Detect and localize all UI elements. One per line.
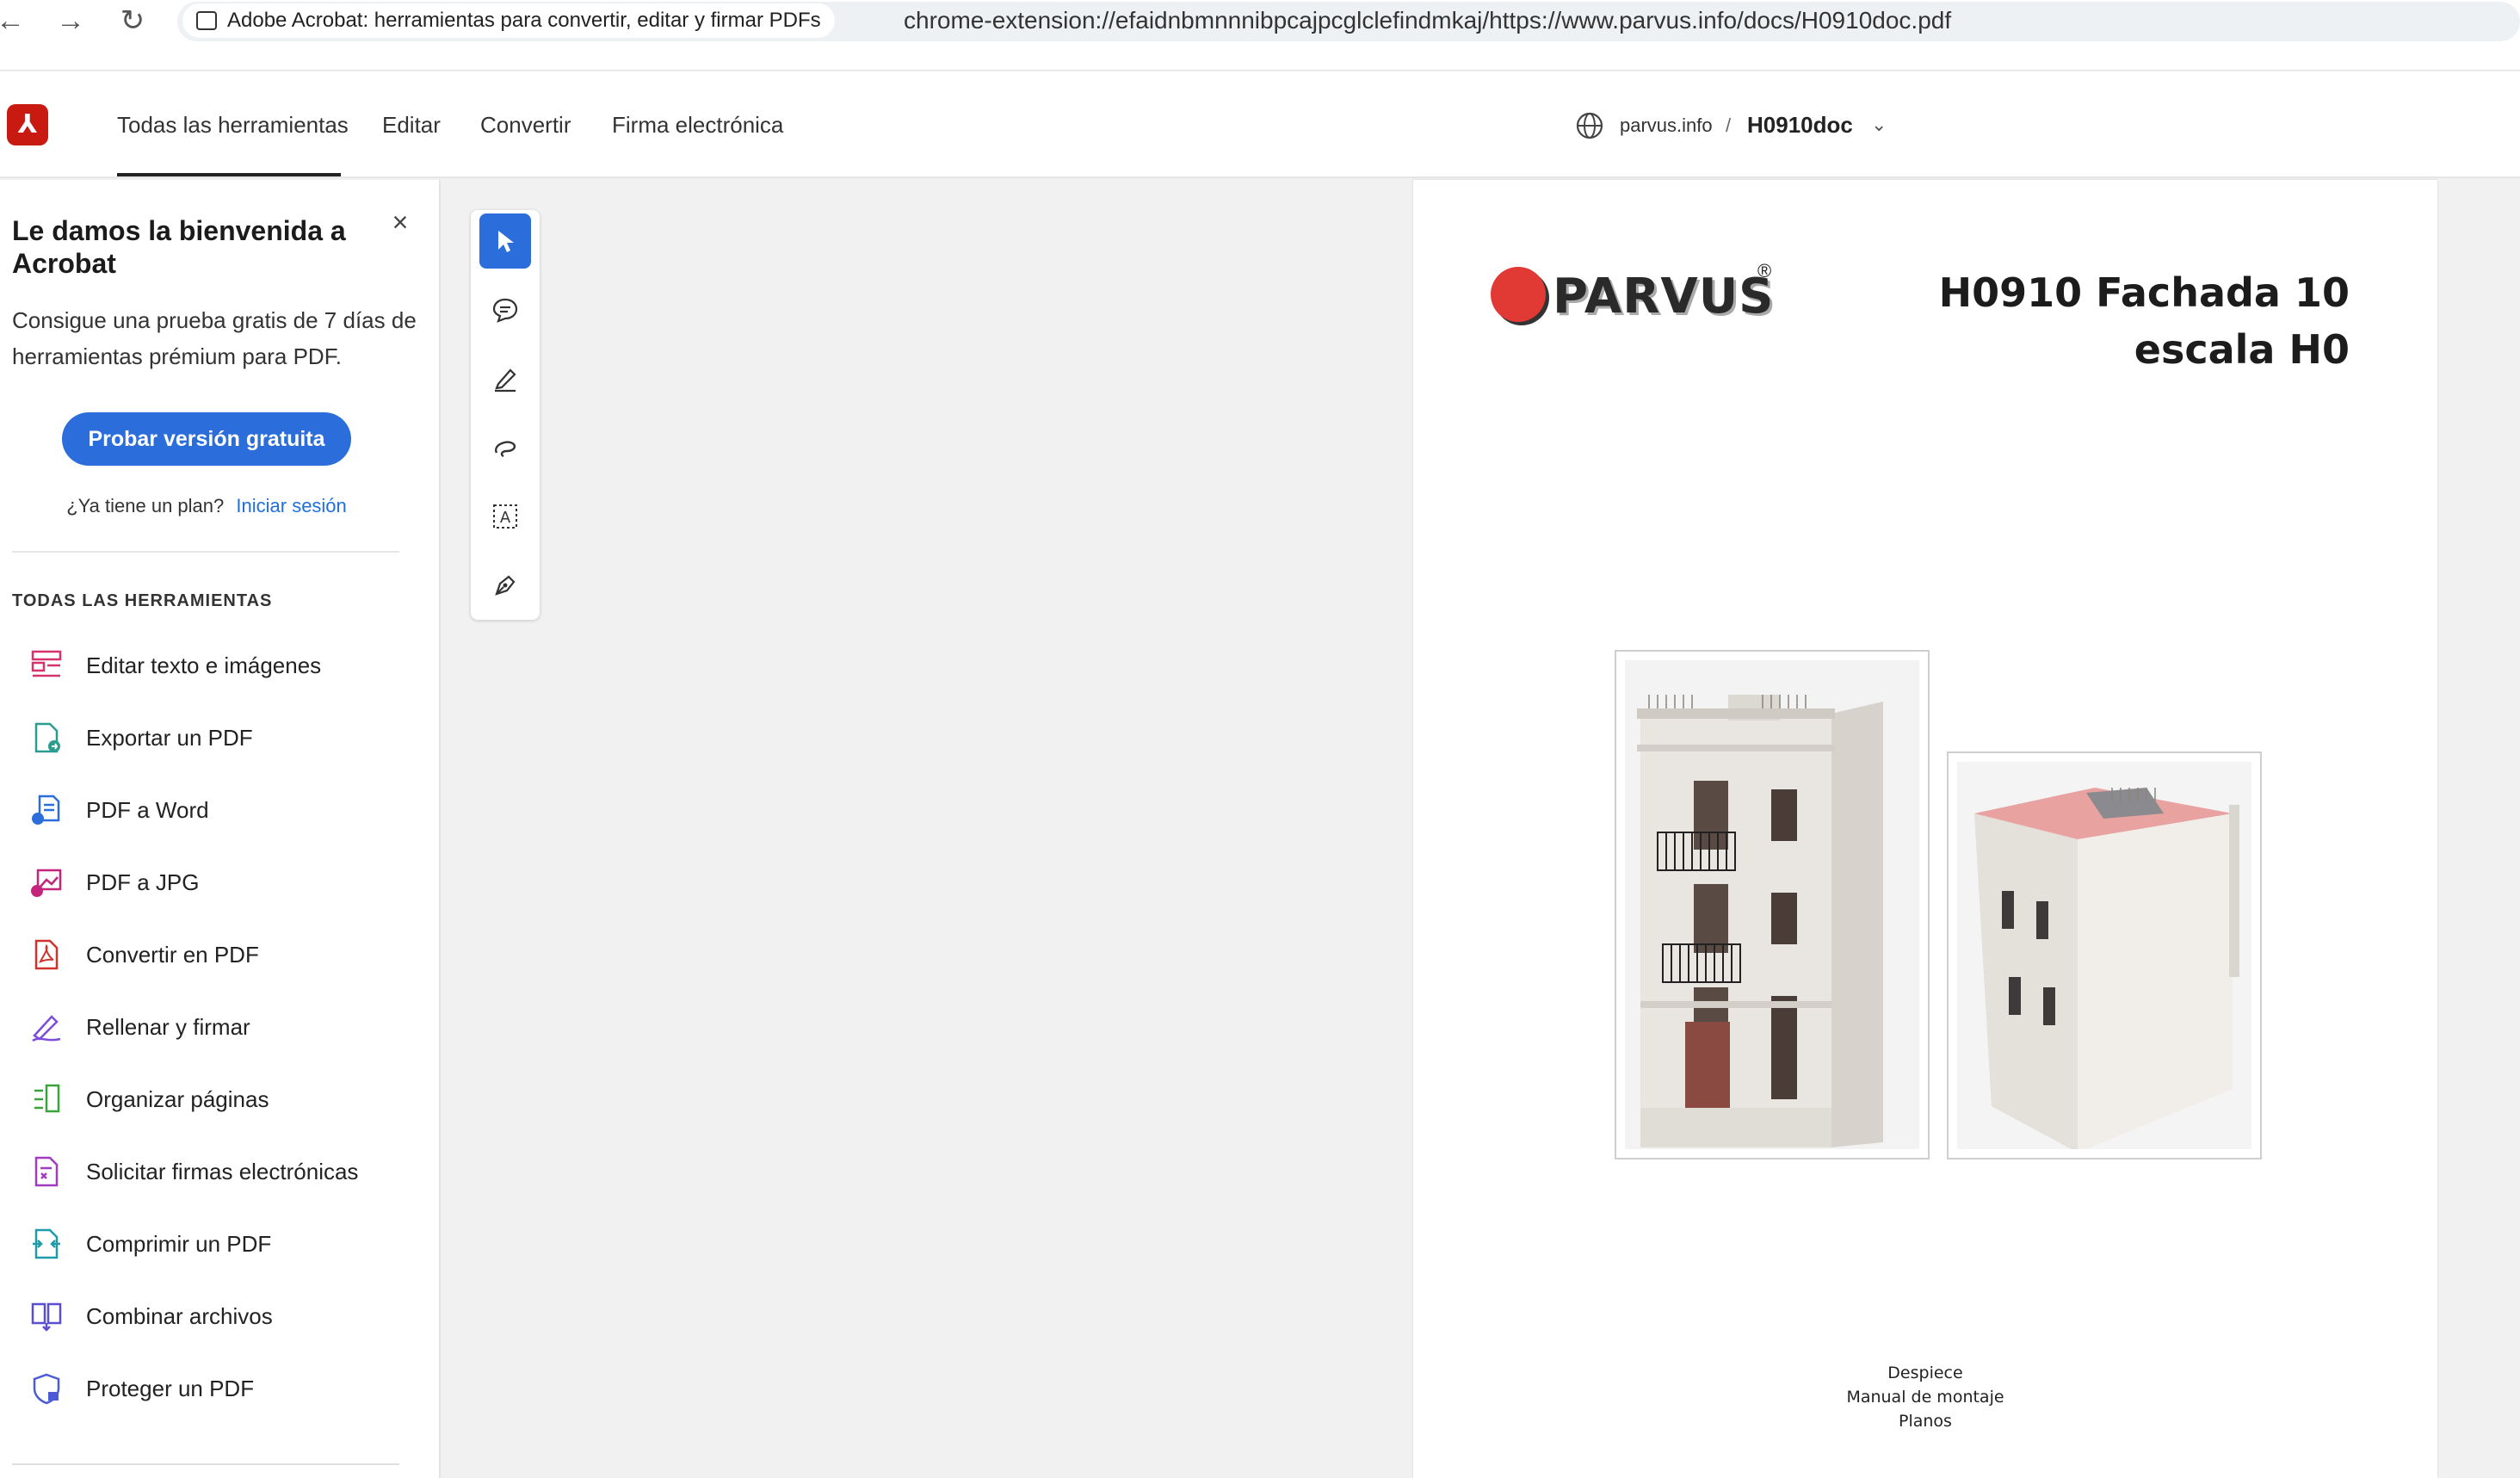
building-back-image: [1957, 762, 2251, 1149]
pen-nib-icon: [495, 575, 516, 596]
breadcrumb-separator: /: [1726, 114, 1732, 136]
active-tab-indicator: [117, 173, 341, 176]
edit-text-icon: [31, 650, 62, 677]
sign-tool-button[interactable]: [479, 558, 531, 613]
footer-line: Manual de montaje: [1846, 1388, 2004, 1407]
tool-organize-pages[interactable]: Organizar páginas: [12, 1073, 417, 1125]
breadcrumb-site[interactable]: parvus.info: [1620, 111, 1713, 140]
tab-e-signature[interactable]: Firma electrónica: [612, 108, 783, 142]
tab-title: Adobe Acrobat: herramientas para convert…: [227, 9, 821, 32]
model-photo-back: [1947, 751, 2262, 1160]
tab-all-tools[interactable]: Todas las herramientas: [117, 108, 349, 142]
tool-label: Solicitar firmas electrónicas: [86, 1159, 359, 1184]
tool-label: Combinar archivos: [86, 1303, 273, 1329]
text-select-tool-button[interactable]: A: [479, 489, 531, 544]
comment-tool-button[interactable]: [479, 282, 531, 337]
tool-pdf-to-jpg[interactable]: PDF a JPG: [12, 856, 417, 908]
highlight-tool-button[interactable]: [479, 351, 531, 406]
text-box-glyph: A: [500, 509, 511, 527]
plan-question: ¿Ya tiene un plan?: [66, 495, 225, 516]
tool-compress-pdf[interactable]: Comprimir un PDF: [12, 1218, 417, 1270]
tool-label: PDF a JPG: [86, 869, 200, 895]
tool-label: Exportar un PDF: [86, 725, 253, 751]
compress-pdf-icon: [33, 1228, 60, 1259]
close-icon[interactable]: ×: [387, 208, 413, 236]
acrobat-logo-icon[interactable]: ⅄: [7, 104, 48, 145]
tab-convert[interactable]: Convertir: [480, 108, 571, 142]
parvus-logo-word: PARVUS: [1553, 269, 1775, 325]
plan-row: ¿Ya tiene un plan? Iniciar sesión: [0, 493, 413, 519]
fill-sign-icon: [32, 1015, 61, 1042]
export-pdf-icon: [34, 722, 60, 753]
combine-files-icon: [31, 1302, 62, 1332]
protect-pdf-icon: [33, 1373, 60, 1405]
pdf-page: PARVUS ® H0910 Fachada 10 escala H0 Desp…: [1413, 180, 2437, 1478]
tool-protect-pdf[interactable]: Proteger un PDF: [12, 1363, 417, 1414]
parvus-logo-dot: [1491, 267, 1546, 322]
extension-chip[interactable]: Adobe Acrobat: herramientas para convert…: [182, 3, 835, 38]
tool-pdf-to-word[interactable]: PDF a Word: [12, 784, 417, 836]
tool-label: Convertir en PDF: [86, 942, 259, 968]
tool-label: Editar texto e imágenes: [86, 652, 322, 678]
breadcrumb-document[interactable]: H0910doc: [1747, 109, 1853, 140]
globe-icon: [1576, 112, 1603, 139]
tool-convert-to-pdf[interactable]: Convertir en PDF: [12, 929, 417, 980]
photo-area: [1957, 762, 2251, 1149]
acrobat-app-bar: ⅄ Todas las herramientas Editar Converti…: [0, 71, 2520, 178]
organize-pages-icon: [34, 1084, 60, 1113]
freehand-draw-icon: [495, 441, 516, 458]
tools-sidebar: Le damos la bienvenida a Acrobat × Consi…: [0, 180, 441, 1478]
back-icon[interactable]: ←: [0, 3, 28, 38]
free-trial-button[interactable]: Probar versión gratuita: [62, 412, 351, 466]
extension-icon: [196, 11, 217, 30]
tool-combine-files[interactable]: Combinar archivos: [12, 1290, 417, 1342]
title-line-2: escala H0: [2134, 326, 2350, 373]
chevron-down-icon[interactable]: ⌄: [1871, 109, 1887, 140]
tool-label: Proteger un PDF: [86, 1376, 255, 1401]
document-title: H0910 Fachada 10 escala H0: [1939, 264, 2350, 378]
welcome-title: Le damos la bienvenida a Acrobat: [12, 215, 346, 279]
tool-label: Organizar páginas: [86, 1086, 269, 1112]
tool-label: Comprimir un PDF: [86, 1231, 272, 1257]
select-tool-button[interactable]: [479, 213, 531, 269]
section-heading: TODAS LAS HERRAMIENTAS: [12, 591, 273, 610]
title-line-1: H0910 Fachada 10: [1938, 269, 2350, 316]
registered-mark: ®: [1757, 260, 1772, 281]
request-signatures-icon: [34, 1156, 59, 1187]
tool-label: Rellenar y firmar: [86, 1014, 250, 1040]
tool-label: PDF a Word: [86, 797, 209, 823]
divider: [12, 551, 399, 553]
browser-toolbar: ← → ↻ Adobe Acrobat: herramientas para c…: [0, 0, 2520, 71]
text-box-icon: A: [493, 504, 517, 529]
forward-icon[interactable]: →: [53, 3, 88, 38]
model-photo-front: [1615, 650, 1930, 1160]
footer-line: Planos: [1899, 1412, 1952, 1431]
parvus-logo: PARVUS ®: [1491, 260, 1818, 329]
tool-export-pdf[interactable]: Exportar un PDF: [12, 712, 417, 764]
url-text[interactable]: chrome-extension://efaidnbmnnnibpcajpcgl…: [904, 3, 1951, 38]
divider: [12, 1463, 399, 1465]
cursor-icon: [498, 231, 514, 252]
welcome-body: Consigue una prueba gratis de 7 días de …: [12, 307, 417, 369]
pdf-to-word-icon: [32, 795, 60, 825]
footer-line: Despiece: [1887, 1364, 1963, 1382]
reload-icon[interactable]: ↻: [115, 3, 150, 38]
tool-fill-sign[interactable]: Rellenar y firmar: [12, 1001, 417, 1053]
photo-area: [1625, 660, 1919, 1149]
tab-edit[interactable]: Editar: [382, 108, 441, 142]
quick-tools-toolbar: A: [471, 210, 540, 620]
sign-in-link[interactable]: Iniciar sesión: [236, 495, 346, 516]
draw-tool-button[interactable]: [479, 420, 531, 475]
highlighter-icon: [495, 368, 516, 393]
pdf-to-jpg-icon: [31, 869, 62, 897]
tool-request-signatures[interactable]: Solicitar firmas electrónicas: [12, 1146, 417, 1197]
building-front-image: [1625, 660, 1919, 1149]
comment-icon: [492, 298, 518, 323]
convert-pdf-icon: [34, 939, 59, 970]
tool-edit-text-images[interactable]: Editar texto e imágenes: [12, 640, 417, 691]
document-footer: Despiece Manual de montaje Planos: [1413, 1361, 2437, 1433]
